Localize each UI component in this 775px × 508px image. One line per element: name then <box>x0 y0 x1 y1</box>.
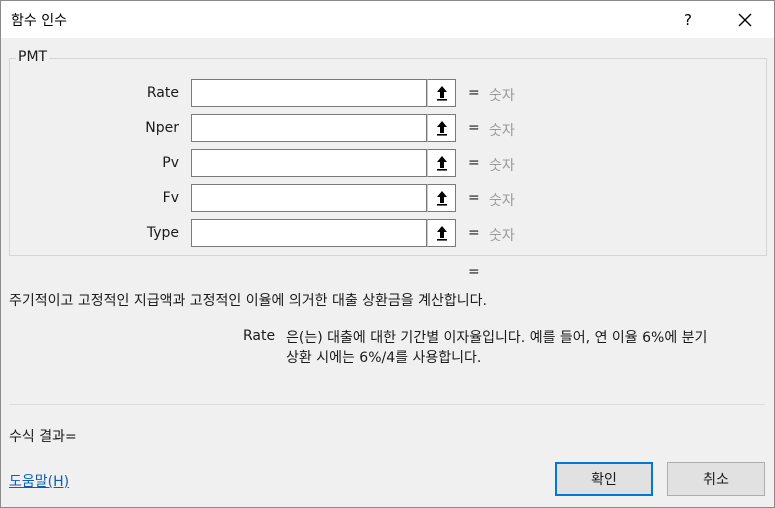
argument-value: 숫자 <box>489 158 515 174</box>
argument-help-line1: 은(는) 대출에 대한 기간별 이자율입니다. 예를 들어, 연 이율 6%에 … <box>286 330 708 346</box>
argument-label: Rate <box>146 85 179 101</box>
close-button[interactable] <box>728 1 762 38</box>
argument-help-name: Rate <box>243 328 276 344</box>
pv-input[interactable] <box>191 149 427 177</box>
argument-value: 숫자 <box>489 123 515 139</box>
fv-ref-button[interactable] <box>427 184 456 212</box>
equals-sign: = <box>468 190 480 206</box>
ok-button[interactable]: 확인 <box>555 462 653 496</box>
formula-result: 수식 결과= <box>9 429 77 445</box>
divider <box>9 404 765 405</box>
rate-ref-button[interactable] <box>427 79 456 107</box>
range-select-icon <box>436 86 447 101</box>
argument-row-pv: Pv = 숫자 <box>0 149 775 179</box>
fv-input[interactable] <box>191 184 427 212</box>
range-select-icon <box>436 156 447 171</box>
range-select-icon <box>436 121 447 136</box>
type-input[interactable] <box>191 219 427 247</box>
equals-sign: = <box>468 85 480 101</box>
argument-label: Type <box>146 225 179 241</box>
argument-label: Pv <box>162 155 179 171</box>
function-description: 주기적이고 고정적인 지급액과 고정적인 이율에 의거한 대출 상환금을 계산합… <box>9 293 487 309</box>
argument-label: Fv <box>162 190 179 206</box>
rate-input[interactable] <box>191 79 427 107</box>
argument-label: Nper <box>145 120 179 136</box>
argument-help-line2: 상환 시에는 6%/4를 사용합니다. <box>286 350 482 366</box>
argument-row-type: Type = 숫자 <box>0 219 775 249</box>
dialog-title: 함수 인수 <box>11 13 67 29</box>
pv-ref-button[interactable] <box>427 149 456 177</box>
help-link[interactable]: 도움말(H) <box>9 471 69 491</box>
type-ref-button[interactable] <box>427 219 456 247</box>
argument-value: 숫자 <box>489 228 515 244</box>
range-select-icon <box>436 191 447 206</box>
equals-sign: = <box>468 225 480 241</box>
close-icon <box>738 13 752 26</box>
help-button[interactable]: ? <box>673 1 703 38</box>
argument-value: 숫자 <box>489 193 515 209</box>
cancel-button[interactable]: 취소 <box>667 462 765 496</box>
argument-row-rate: Rate = 숫자 <box>0 79 775 109</box>
equals-sign: = <box>468 120 480 136</box>
function-result-equals: = <box>468 264 480 280</box>
title-bar: 함수 인수 ? <box>1 1 774 38</box>
argument-help-text: 은(는) 대출에 대한 기간별 이자율입니다. 예를 들어, 연 이율 6%에 … <box>286 328 766 368</box>
equals-sign: = <box>468 155 480 171</box>
argument-row-nper: Nper = 숫자 <box>0 114 775 144</box>
function-name: PMT <box>16 49 50 65</box>
argument-row-fv: Fv = 숫자 <box>0 184 775 214</box>
argument-value: 숫자 <box>489 88 515 104</box>
nper-ref-button[interactable] <box>427 114 456 142</box>
range-select-icon <box>436 226 447 241</box>
nper-input[interactable] <box>191 114 427 142</box>
